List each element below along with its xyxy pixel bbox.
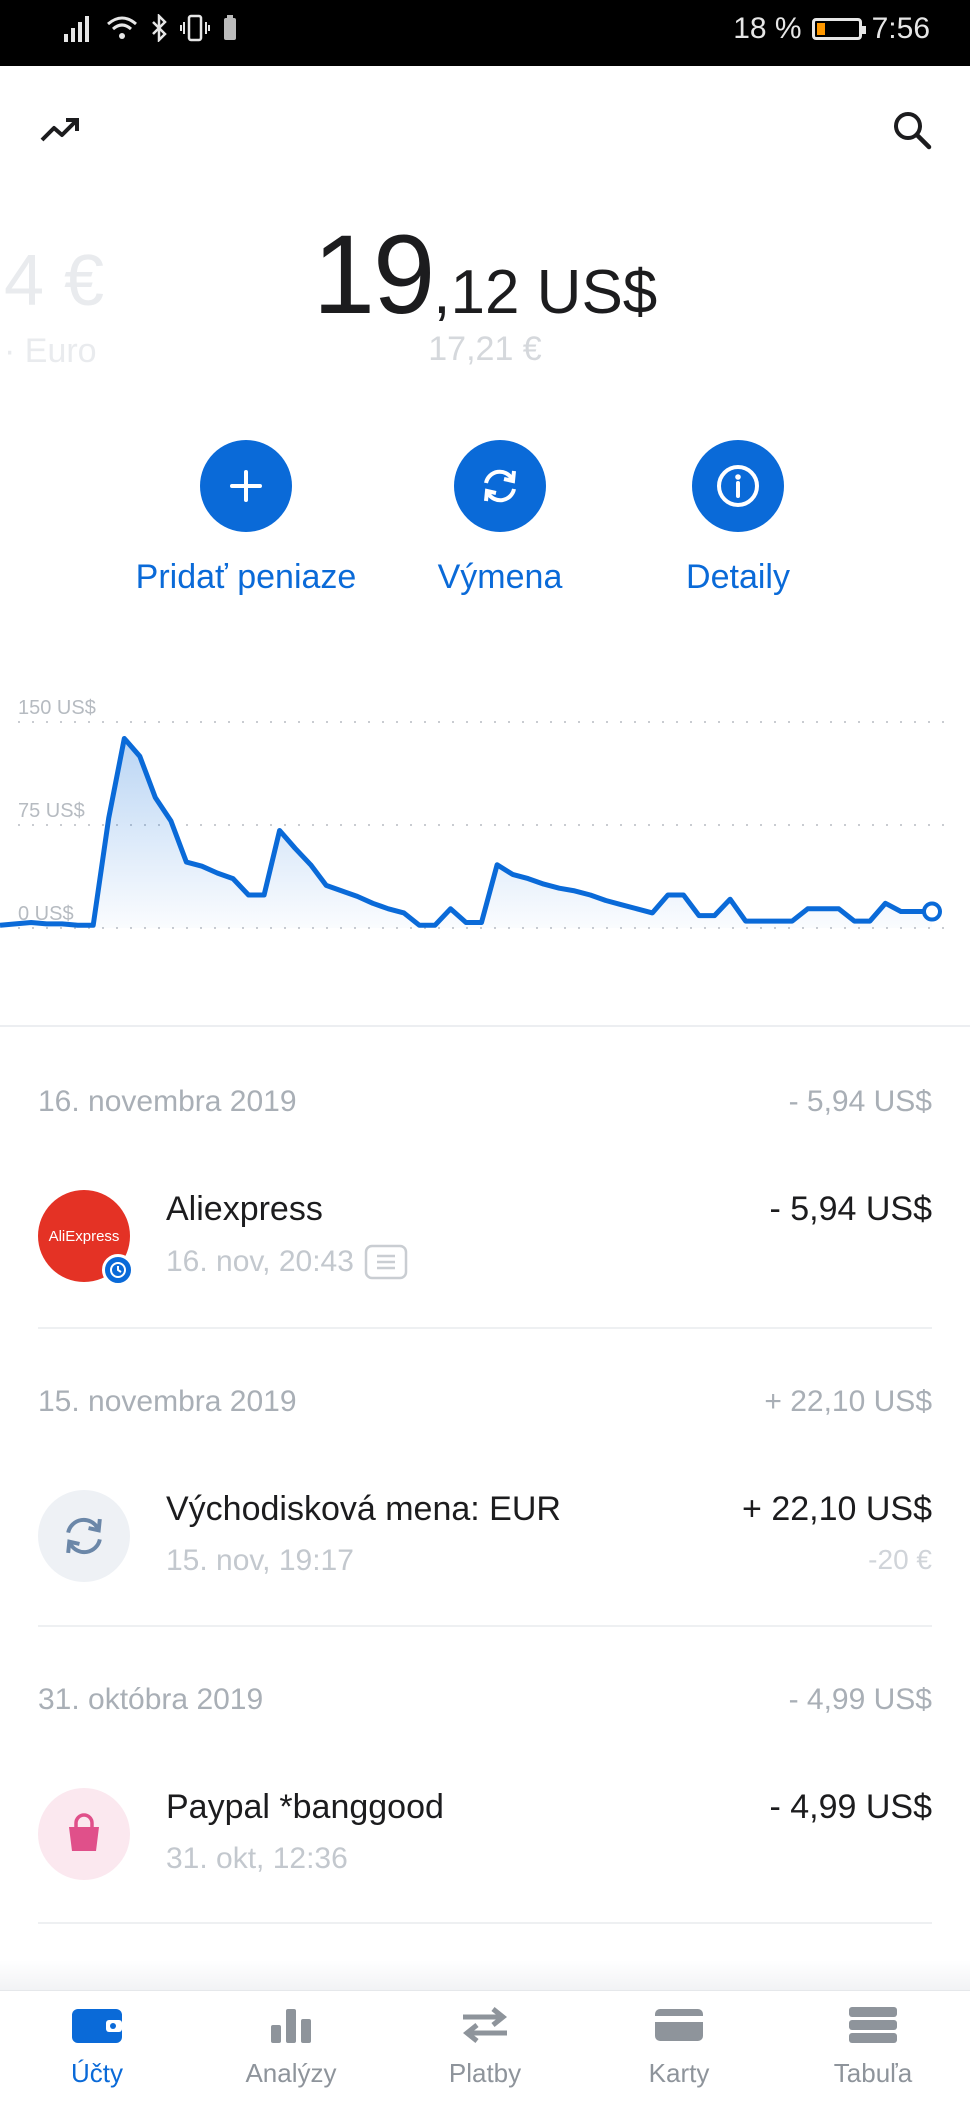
wallet-icon <box>72 2009 122 2043</box>
dashboard-icon <box>849 2007 897 2043</box>
add-money-label: Pridať peniaze <box>135 558 357 596</box>
status-bar: 18 % 7:56 <box>0 0 970 66</box>
day-total: - 5,94 US$ <box>788 1085 932 1118</box>
card-icon <box>655 2009 703 2041</box>
list-fade <box>0 1960 970 1990</box>
battery-percent: 18 % <box>733 12 802 45</box>
details-label: Detaily <box>686 558 790 596</box>
transaction-title: Paypal *banggood <box>166 1788 444 1826</box>
battery-icon <box>811 18 866 40</box>
tab-label: Analýzy <box>245 2058 337 2088</box>
date-header: 16. novembra 2019 - 5,94 US$ <box>38 1085 932 1119</box>
transaction-amount: + 22,10 US$ <box>742 1490 932 1528</box>
aliexpress-logo: AliExpress <box>38 1190 134 1286</box>
balance-fraction: ,12 US$ <box>433 258 658 327</box>
add-money-button[interactable]: Pridať peniaze <box>126 440 366 597</box>
status-icons <box>64 14 238 42</box>
tab-dashboard[interactable]: Tabuľa <box>776 1991 970 2102</box>
shopping-bag-icon <box>38 1788 130 1880</box>
receipt-icon <box>364 1244 408 1280</box>
tab-label: Účty <box>71 2058 123 2088</box>
tab-analytics[interactable]: Analýzy <box>194 1991 388 2102</box>
tab-cards[interactable]: Karty <box>582 1991 776 2102</box>
tab-payments[interactable]: Platby <box>388 1991 582 2102</box>
chart-area <box>0 738 932 928</box>
day-total: + 22,10 US$ <box>764 1385 932 1418</box>
info-icon <box>692 440 784 532</box>
chart-current-point[interactable] <box>922 901 942 922</box>
pending-clock-icon <box>102 1254 134 1286</box>
tab-accounts[interactable]: Účty <box>0 1991 194 2102</box>
transaction-amount: - 4,99 US$ <box>769 1788 932 1826</box>
tab-label: Tabuľa <box>833 2058 913 2088</box>
signal-icon <box>64 16 89 42</box>
row-divider <box>38 1625 932 1627</box>
vibrate-icon <box>180 14 210 42</box>
wifi-icon <box>107 16 137 39</box>
converted-balance: 17,21 € <box>428 330 542 368</box>
transaction-title: Východisková mena: EUR <box>166 1490 561 1528</box>
plus-icon <box>200 440 292 532</box>
transaction-time: 15. nov, 19:17 <box>166 1544 354 1577</box>
details-button[interactable]: Detaily <box>618 440 858 597</box>
trending-up-icon[interactable] <box>38 108 82 152</box>
date-label: 31. októbra 2019 <box>38 1683 264 1716</box>
transfer-arrows-icon <box>462 2007 508 2043</box>
date-header: 15. novembra 2019 + 22,10 US$ <box>38 1385 932 1419</box>
balance-chart[interactable]: 150 US$75 US$0 US$ <box>0 680 970 980</box>
chart-y-tick-label: 150 US$ <box>18 697 96 719</box>
bluetooth-icon <box>152 14 167 42</box>
date-label: 16. novembra 2019 <box>38 1085 297 1118</box>
row-divider <box>38 1922 932 1924</box>
bar-chart-icon <box>271 2009 311 2043</box>
battery-saver-icon <box>224 15 236 40</box>
chart-divider <box>0 1025 970 1027</box>
account-balance: 19,12 US$ <box>0 210 970 339</box>
date-header: 31. októbra 2019 - 4,99 US$ <box>38 1683 932 1717</box>
exchange-icon <box>454 440 546 532</box>
row-divider <box>38 1327 932 1329</box>
transaction-original-amount: -20 € <box>868 1544 932 1575</box>
exchange-label: Výmena <box>437 558 563 596</box>
chart-y-tick-label: 75 US$ <box>18 800 85 822</box>
bottom-navigation: Účty Analýzy Platby Karty Tabuľa <box>0 1990 970 2102</box>
transaction-row[interactable]: Paypal *banggood 31. okt, 12:36 - 4,99 U… <box>38 1788 932 1884</box>
transaction-time: 16. nov, 20:43 <box>166 1245 354 1278</box>
transaction-title: Aliexpress <box>166 1190 323 1228</box>
exchange-icon <box>38 1490 130 1582</box>
date-label: 15. novembra 2019 <box>38 1385 297 1418</box>
tab-label: Platby <box>448 2058 522 2088</box>
transaction-time: 31. okt, 12:36 <box>166 1842 348 1875</box>
transaction-amount: - 5,94 US$ <box>769 1190 932 1228</box>
transaction-row[interactable]: Východisková mena: EUR 15. nov, 19:17 + … <box>38 1490 932 1586</box>
day-total: - 4,99 US$ <box>788 1683 932 1716</box>
balance-integer: 19 <box>312 212 436 337</box>
search-icon[interactable] <box>890 108 934 152</box>
transaction-row[interactable]: AliExpress Aliexpress 16. nov, 20:43 - 5… <box>38 1190 932 1286</box>
exchange-button[interactable]: Výmena <box>380 440 620 597</box>
clock: 7:56 <box>871 12 930 45</box>
tab-label: Karty <box>648 2058 710 2088</box>
